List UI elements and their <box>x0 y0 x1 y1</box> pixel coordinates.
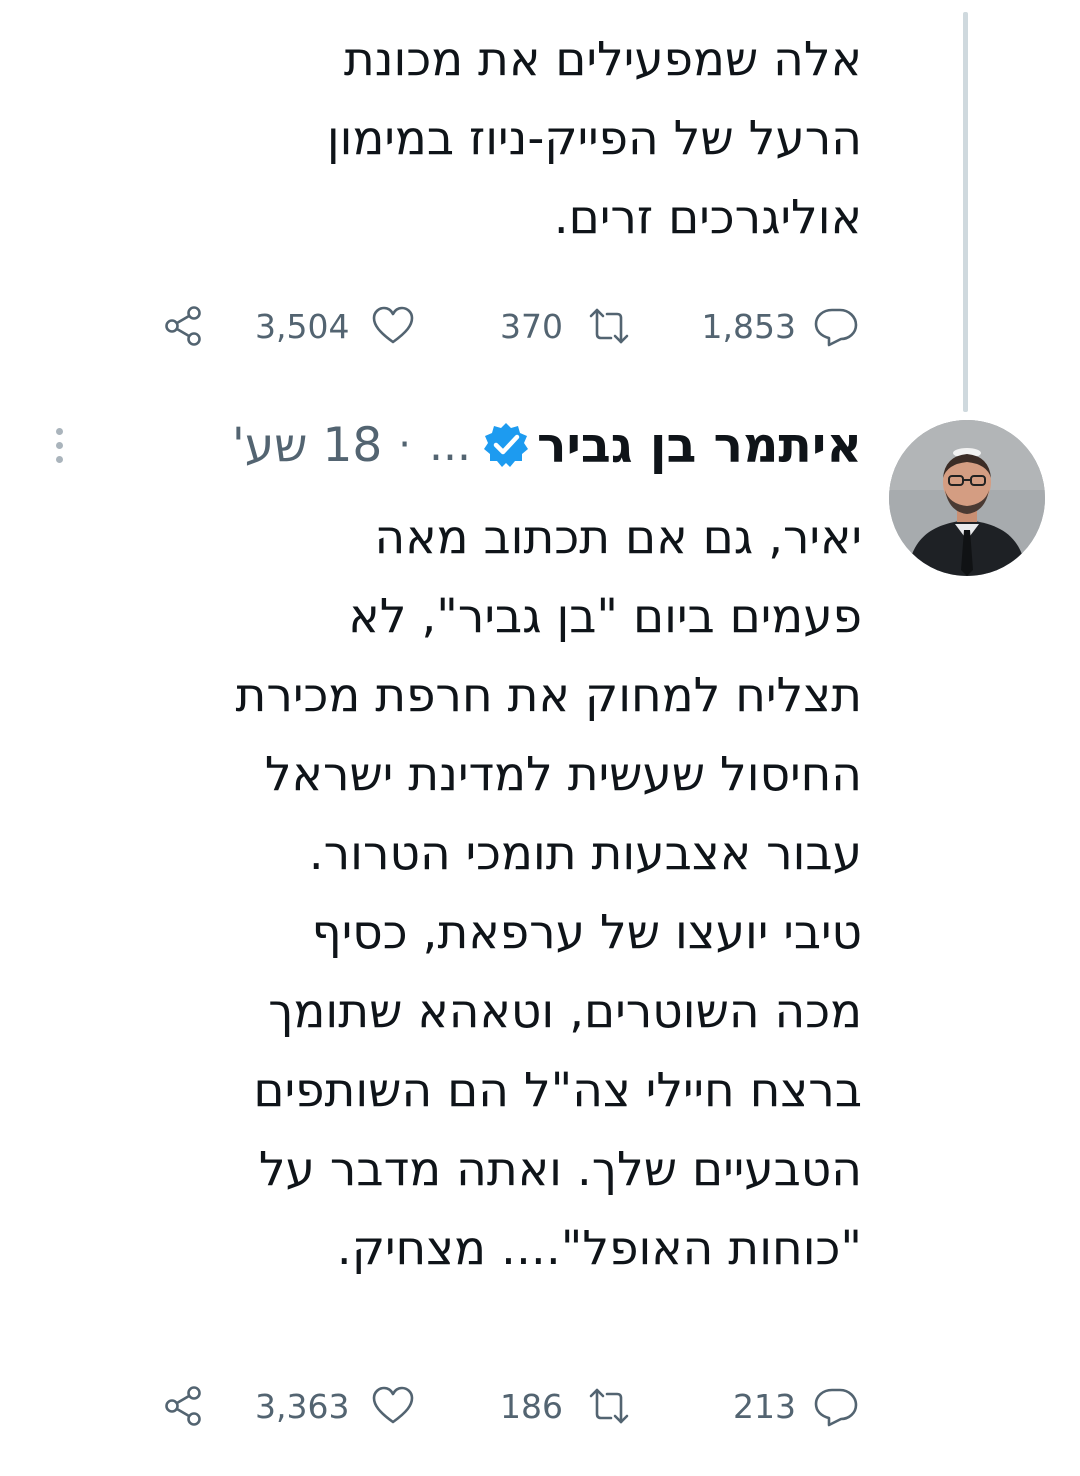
reply-button[interactable]: 1,853 <box>702 296 860 356</box>
like-button[interactable]: 3,363 <box>255 1376 417 1436</box>
author-name[interactable]: איתמר בן גביר <box>537 417 862 474</box>
tweet-timestamp[interactable]: 18 שע' <box>232 418 382 473</box>
share-icon <box>165 306 201 346</box>
thread-connector-line <box>963 12 968 412</box>
author-handle[interactable]: ... <box>429 420 471 471</box>
tweet-text-line: הטבעיים שלך. ואתה מדבר על <box>258 1142 862 1197</box>
tweet-text: יאיר, גם אם תכתוב מאה פעמים ביום "בן גבי… <box>236 498 862 1288</box>
tweet-text-line: פעמים ביום "בן גביר", לא <box>348 589 862 644</box>
retweet-button[interactable]: 370 <box>500 296 633 356</box>
author-avatar[interactable] <box>889 420 1045 576</box>
tweet-text-line: אלה שמפעילים את מכונת <box>343 32 862 87</box>
tweet-text-line: הרעל של הפייק-ניוז במימון <box>326 111 862 166</box>
tweet-action-bar: 3,363 186 213 <box>160 1376 860 1436</box>
heart-icon <box>373 1386 414 1424</box>
retweet-icon <box>589 1388 629 1424</box>
retweet-icon <box>589 308 629 344</box>
reply-button[interactable]: 213 <box>733 1376 860 1436</box>
share-button[interactable] <box>160 296 208 356</box>
tweet-text-line: "כוחות האופל".... מצחיק. <box>336 1221 862 1276</box>
tweet-text-line: החיסול שעשית למדינת ישראל <box>264 747 862 802</box>
tweet-header: איתמר בן גביר ... · 18 שע' <box>232 410 862 480</box>
tweet-text-line: ברצח חיילי צה"ל הם השותפים <box>253 1063 862 1118</box>
like-button[interactable]: 3,504 <box>255 296 417 356</box>
tweet-text-line: עבור אצבעות תומכי הטרור. <box>308 826 862 881</box>
reply-count: 213 <box>733 1386 796 1426</box>
tweet-text-line: טיבי יועצו של ערפאת, כסיף <box>311 905 862 960</box>
tweet-text-line: יאיר, גם אם תכתוב מאה <box>374 510 863 565</box>
heart-icon <box>373 306 414 344</box>
retweet-button[interactable]: 186 <box>500 1376 633 1436</box>
reply-icon <box>814 1388 858 1427</box>
share-icon <box>165 1386 201 1426</box>
avatar-portrait <box>889 420 1045 576</box>
retweet-count: 186 <box>500 1386 563 1426</box>
tweet-text-line: מכה השוטרים, וטאהא שתומך <box>268 984 862 1039</box>
more-options-icon[interactable] <box>50 424 70 468</box>
retweet-count: 370 <box>500 306 563 346</box>
tweet-text-line: אוליגרכים זרים. <box>553 190 862 245</box>
like-count: 3,363 <box>255 1386 350 1426</box>
like-count: 3,504 <box>255 306 350 346</box>
previous-tweet-text: אלה שמפעילים את מכונת הרעל של הפייק-ניוז… <box>327 20 862 257</box>
reply-icon <box>814 308 858 347</box>
verified-badge-icon <box>481 420 531 470</box>
previous-tweet-action-bar: 3,504 370 1,853 <box>160 296 860 356</box>
share-button[interactable] <box>160 1376 208 1436</box>
tweet-text-line: תצליח למחוק את חרפת מכירת <box>235 668 862 723</box>
reply-count: 1,853 <box>701 306 796 346</box>
separator-dot: · <box>398 422 411 468</box>
